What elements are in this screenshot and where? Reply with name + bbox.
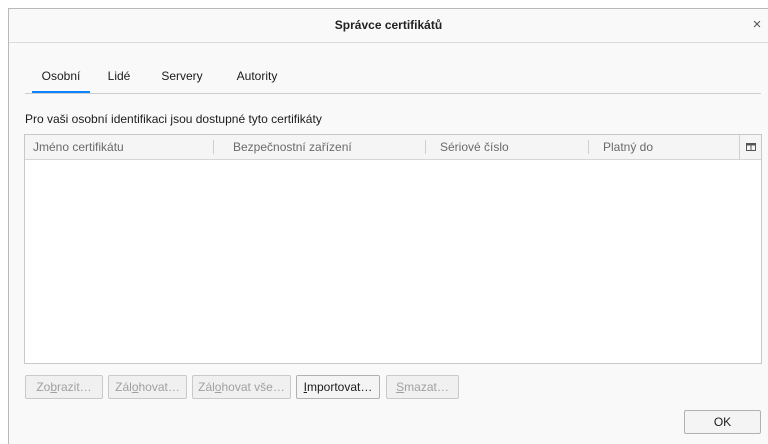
backup-all-button-label-post: hovat vše… [221,380,285,394]
certificate-table[interactable]: Jméno certifikátu Bezpečnostní zařízení … [24,134,762,364]
view-button-accesskey: b [50,380,58,394]
title-bar: Správce certifikátů × [9,9,768,43]
tab-people[interactable]: Lidé [106,59,132,92]
view-button[interactable]: Zobrazit… [25,375,103,399]
backup-button-accesskey: o [131,380,139,394]
description-text: Pro vaši osobní identifikaci jsou dostup… [25,112,322,126]
tab-authorities-label: Autority [236,69,278,83]
close-icon[interactable]: × [746,9,768,42]
column-header-serial[interactable]: Sériové číslo [432,135,592,159]
import-button[interactable]: Importovat… [296,375,380,399]
tab-authorities[interactable]: Autority [233,59,281,92]
delete-button[interactable]: Smazat… [386,375,459,399]
column-picker-glyph [745,143,756,151]
column-separator[interactable] [588,140,589,154]
delete-button-label-post: mazat… [404,380,449,394]
column-separator[interactable] [425,140,426,154]
tab-servers-label: Servery [161,69,203,83]
tab-personal[interactable]: Osobní [32,59,90,93]
backup-all-button-label-pre: Zál [198,380,215,394]
table-header: Jméno certifikátu Bezpečnostní zařízení … [25,135,761,160]
tab-personal-label: Osobní [41,69,81,83]
tab-bar: Osobní Lidé Servery Autority [25,59,761,94]
tab-people-label: Lidé [107,69,131,83]
ok-button[interactable]: OK [684,410,761,434]
delete-button-accesskey: S [396,380,405,394]
column-picker-icon[interactable] [739,135,761,159]
backup-button[interactable]: Zálohovat… [108,375,187,399]
tab-servers[interactable]: Servery [158,59,206,92]
view-button-label-pre: Zo [36,380,51,394]
column-header-device[interactable]: Bezpečnostní zařízení [225,135,425,159]
backup-all-button[interactable]: Zálohovat vše… [192,375,291,399]
view-button-label-post: razit… [57,380,92,394]
dialog-title: Správce certifikátů [334,18,443,32]
import-button-label-post: mportovat… [306,380,373,394]
certificate-manager-dialog: Správce certifikátů × Osobní Lidé Server… [8,8,768,444]
backup-button-label-pre: Zál [115,380,132,394]
column-header-name[interactable]: Jméno certifikátu [25,135,213,159]
column-header-expires[interactable]: Platný do [595,135,735,159]
backup-button-label-post: hovat… [138,380,180,394]
column-separator[interactable] [213,140,214,154]
